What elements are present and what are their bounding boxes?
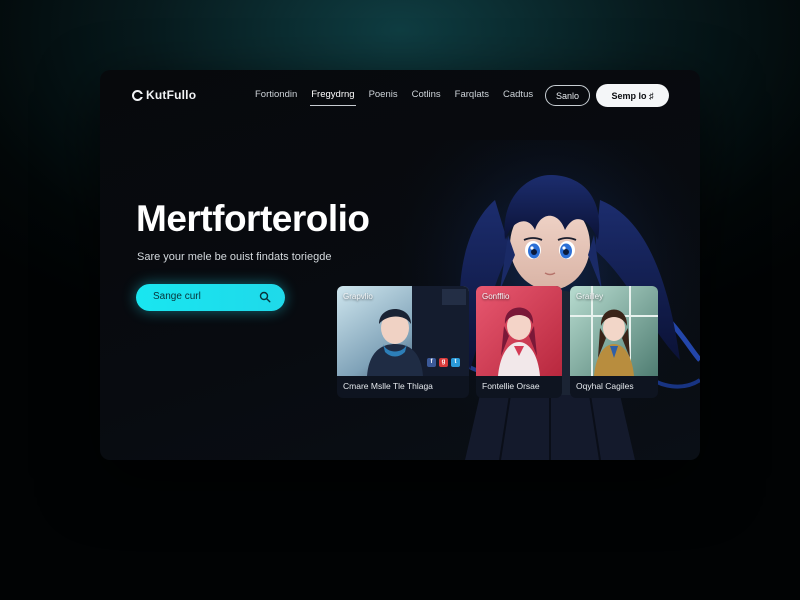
- logo[interactable]: KutFullo: [132, 88, 196, 102]
- google-icon[interactable]: g: [439, 358, 448, 367]
- facebook-icon[interactable]: f: [427, 358, 436, 367]
- nav-item-4[interactable]: Cotlins: [405, 89, 448, 100]
- nav-item-5[interactable]: Farqlats: [448, 89, 496, 100]
- portfolio-card[interactable]: Grailley Oqyhal Cagiles: [570, 286, 658, 398]
- twitter-icon[interactable]: t: [451, 358, 460, 367]
- signin-button[interactable]: Sanlo: [545, 85, 590, 106]
- logo-text: KutFullo: [146, 88, 197, 102]
- card-caption: Cmare Mslle Tle Thlaga: [343, 381, 433, 391]
- nav-item-6[interactable]: Cadtus: [496, 89, 540, 100]
- card-tag: Gonfflio: [482, 292, 510, 301]
- nav-item-3[interactable]: Poenis: [362, 89, 405, 100]
- nav-item-2[interactable]: Fregydrng: [304, 89, 361, 106]
- nav-item-1[interactable]: Fortiondin: [248, 89, 304, 100]
- search-input[interactable]: Sange curl: [136, 284, 285, 311]
- hero-title: Mertforterolio: [136, 198, 370, 239]
- search-icon[interactable]: [259, 291, 271, 303]
- logo-icon: [132, 89, 143, 101]
- app-window: KutFullo Fortiondin Fregydrng Poenis Cot…: [100, 70, 700, 460]
- card-caption: Oqyhal Cagiles: [576, 381, 634, 391]
- social-icons: f g t: [427, 358, 460, 367]
- portfolio-card[interactable]: Grapvlio f g t Cmare Mslle Tle Thlaga: [337, 286, 469, 398]
- signup-button[interactable]: Semp lo ♯: [596, 84, 669, 107]
- hero-subtitle: Sare your mele be ouist findats toriegde: [137, 251, 332, 263]
- portfolio-card[interactable]: Gonfflio Fontellie Orsae: [476, 286, 562, 398]
- card-caption: Fontellie Orsae: [482, 381, 540, 391]
- card-tag: Grailley: [576, 292, 604, 301]
- card-tag: Grapvlio: [343, 292, 373, 301]
- nav-menu: Fortiondin Fregydrng Poenis Cotlins Farq…: [248, 89, 540, 106]
- search-placeholder: Sange curl: [153, 291, 201, 302]
- top-nav: KutFullo Fortiondin Fregydrng Poenis Cot…: [100, 70, 700, 122]
